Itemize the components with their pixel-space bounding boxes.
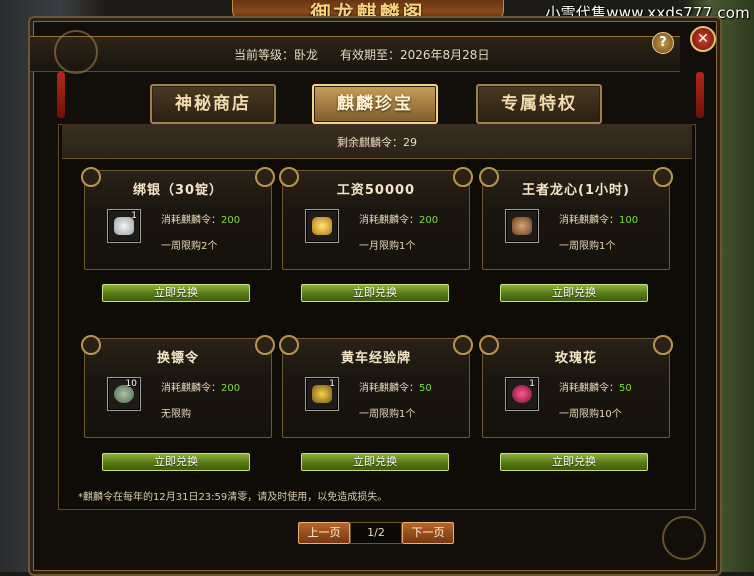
cost-label: 消耗麒麟令： [559, 383, 619, 394]
purchase-limit: 一周限购1个 [359, 409, 416, 420]
item-quantity: 1 [529, 379, 535, 389]
current-level: 当前等级：卧龙 [234, 48, 319, 62]
item-card: 玫瑰花 1 消耗麒麟令：50 一周限购10个 [479, 335, 673, 438]
item-cost: 消耗麒麟令：200 [359, 211, 438, 226]
corner-ornament [662, 516, 706, 560]
item-quantity: 1 [329, 379, 335, 389]
cost-label: 消耗麒麟令： [359, 383, 419, 394]
item-card: 工资50000 消耗麒麟令：200 一月限购1个 [279, 167, 473, 270]
purchase-limit: 一周限购2个 [161, 241, 218, 252]
item-cost: 消耗麒麟令：200 [161, 211, 240, 226]
expiry-date: 有效期至：2026年8月28日 [340, 48, 490, 62]
prev-page-button[interactable]: 上一页 [298, 522, 350, 544]
reset-note: *麒麟令在每年的12月31日23:59清零，请及时使用，以免造成损失。 [78, 492, 388, 503]
rose-icon[interactable]: 1 [505, 377, 539, 411]
tab-exclusive-privileges[interactable]: 专属特权 [476, 84, 602, 124]
redeem-button[interactable]: 立即兑换 [500, 284, 648, 302]
item-quantity: 10 [125, 379, 137, 389]
tab-qilin-treasure[interactable]: 麒麟珍宝 [312, 84, 438, 124]
item-card: 绑银（30锭） 1 消耗麒麟令：200 一周限购2个 [81, 167, 275, 270]
redeem-button[interactable]: 立即兑换 [102, 453, 250, 471]
item-name: 工资50000 [336, 183, 416, 198]
redeem-button[interactable]: 立即兑换 [102, 284, 250, 302]
cost-label: 消耗麒麟令： [161, 383, 221, 394]
cost-value: 100 [619, 215, 639, 226]
purchase-limit: 一周限购10个 [559, 409, 622, 420]
cost-label: 消耗麒麟令： [359, 215, 419, 226]
redeem-button[interactable]: 立即兑换 [301, 453, 449, 471]
cost-value: 200 [419, 215, 439, 226]
item-card: 王者龙心(1小时) 消耗麒麟令：100 一周限购1个 [479, 167, 673, 270]
dragon-heart-icon[interactable] [505, 209, 539, 243]
item-cost: 消耗麒麟令：100 [559, 211, 638, 226]
page-indicator: 1/2 [350, 522, 402, 544]
item-name: 王者龙心(1小时) [522, 183, 630, 198]
help-button[interactable]: ? [652, 32, 674, 54]
item-card: 换镖令 10 消耗麒麟令：200 无限购 [81, 335, 275, 438]
item-name: 玫瑰花 [554, 351, 597, 366]
cost-value: 50 [419, 383, 432, 394]
silver-ingot-icon[interactable]: 1 [107, 209, 141, 243]
purchase-limit: 无限购 [161, 409, 191, 420]
tab-mystery-shop[interactable]: 神秘商店 [150, 84, 276, 124]
purchase-limit: 一周限购1个 [559, 241, 616, 252]
redeem-button[interactable]: 立即兑换 [500, 453, 648, 471]
item-name: 黄车经验牌 [340, 351, 411, 366]
cost-label: 消耗麒麟令： [161, 215, 221, 226]
remaining-tokens: 剩余麒麟令：29 [337, 136, 417, 149]
next-page-button[interactable]: 下一页 [402, 522, 454, 544]
item-name: 绑银（30锭） [132, 183, 224, 198]
cost-value: 200 [221, 383, 241, 394]
item-cost: 消耗麒麟令：50 [359, 379, 432, 394]
item-card: 黄车经验牌 1 消耗麒麟令：50 一周限购1个 [279, 335, 473, 438]
remaining-bar: 剩余麒麟令：29 [62, 124, 692, 159]
gold-pot-icon[interactable] [305, 209, 339, 243]
gold-pot-glyph [312, 217, 332, 235]
item-quantity: 1 [131, 211, 137, 221]
close-button[interactable]: ✕ [690, 26, 716, 52]
escort-token-icon[interactable]: 10 [107, 377, 141, 411]
tassel-ornament [696, 72, 704, 118]
cost-value: 200 [221, 215, 241, 226]
tassel-ornament [57, 72, 65, 118]
cost-value: 50 [619, 383, 632, 394]
corner-ornament [54, 30, 98, 74]
yellow-cart-icon[interactable]: 1 [305, 377, 339, 411]
cost-label: 消耗麒麟令： [559, 215, 619, 226]
redeem-button[interactable]: 立即兑换 [301, 284, 449, 302]
item-name: 换镖令 [156, 351, 199, 366]
dragon-heart-glyph [512, 217, 532, 235]
purchase-limit: 一月限购1个 [359, 241, 416, 252]
item-cost: 消耗麒麟令：200 [161, 379, 240, 394]
item-cost: 消耗麒麟令：50 [559, 379, 632, 394]
